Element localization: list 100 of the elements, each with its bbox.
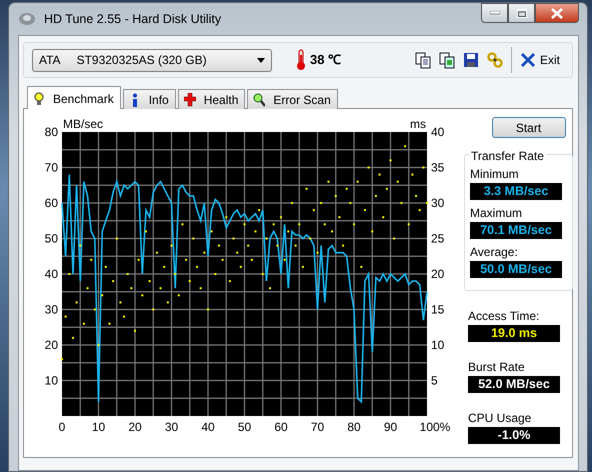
save-icon xyxy=(462,52,479,68)
access-time-point xyxy=(298,223,300,226)
value-display: 52.0 MB/sec xyxy=(468,376,560,393)
chain-icon xyxy=(486,52,503,68)
access-time-point xyxy=(404,145,406,148)
axis-title: ms xyxy=(410,117,426,131)
access-time-point xyxy=(185,258,188,261)
access-time-point xyxy=(371,230,374,232)
access-time-point xyxy=(72,336,74,339)
access-time-point xyxy=(203,252,206,254)
stat-label: CPU Usage xyxy=(468,410,532,427)
access-time-point xyxy=(141,294,144,296)
axis-tick-label: 50 xyxy=(238,420,252,434)
axis-tick-label: 40 xyxy=(431,125,444,139)
bulb-icon xyxy=(33,92,45,106)
axis-tick-label: 70 xyxy=(44,160,58,174)
axis-tick-label: 80 xyxy=(347,420,361,434)
access-time-point xyxy=(181,223,184,226)
axis-tick-label: 30 xyxy=(431,196,444,210)
thermometer-icon xyxy=(296,49,306,71)
magnifier-icon xyxy=(253,93,266,107)
axis-tick-label: 25 xyxy=(431,232,444,246)
access-time-point xyxy=(236,252,238,254)
access-time-point xyxy=(306,188,308,190)
axis-tick-label: 60 xyxy=(44,196,58,210)
access-time-point xyxy=(163,266,166,268)
cross-icon xyxy=(184,93,196,107)
close-button[interactable] xyxy=(535,3,579,23)
exit-button[interactable]: Exit xyxy=(520,51,560,69)
access-time-point xyxy=(364,209,366,212)
access-time-point xyxy=(346,188,348,190)
stat-label: Burst Rate xyxy=(468,359,526,376)
drive-dropdown[interactable]: ATA ST9320325AS (320 GB) xyxy=(32,48,272,72)
start-button[interactable]: Start xyxy=(492,117,566,138)
toolbar-button[interactable] xyxy=(438,52,455,68)
access-time-point xyxy=(218,244,220,247)
toolbar-button[interactable] xyxy=(462,52,479,68)
axis-tick-label: 60 xyxy=(274,420,288,434)
stat-label: Average: xyxy=(470,244,519,261)
tab[interactable]: Health xyxy=(178,89,246,109)
stat-label: Maximum xyxy=(470,205,524,222)
access-time-point xyxy=(104,266,107,268)
access-time-point xyxy=(338,216,340,218)
maximize-button[interactable] xyxy=(508,3,535,23)
access-time-point xyxy=(334,194,337,197)
access-time-point xyxy=(200,287,202,290)
access-time-point xyxy=(130,287,132,290)
axis-tick-label: 15 xyxy=(431,302,444,316)
access-time-point xyxy=(415,194,418,197)
tab[interactable]: Error Scan xyxy=(247,89,338,109)
access-time-point xyxy=(210,230,213,232)
axis-tick-label: 20 xyxy=(431,267,444,281)
access-time-point xyxy=(396,180,399,183)
copy-icon xyxy=(438,52,455,68)
axis-tick-label: 0 xyxy=(58,420,66,434)
minimize-button[interactable] xyxy=(481,3,508,23)
axis-tick-label: 10 xyxy=(92,420,106,434)
access-time-point xyxy=(360,266,362,268)
access-time-point xyxy=(144,230,147,232)
access-time-point xyxy=(156,252,158,254)
value-display: 3.3 MB/sec xyxy=(470,183,562,200)
access-time-point xyxy=(82,322,85,325)
access-time-point xyxy=(276,244,278,247)
access-time-point xyxy=(269,287,272,290)
axis-tick-label: 40 xyxy=(44,267,58,281)
access-time-point xyxy=(138,258,140,261)
axis-tick-label: 100% xyxy=(420,420,450,434)
access-time-point xyxy=(382,216,384,218)
access-time-point xyxy=(112,280,114,282)
tab[interactable]: Info xyxy=(122,89,176,109)
access-time-point xyxy=(302,266,304,268)
access-time-point xyxy=(188,280,191,282)
axis-tick-label: 50 xyxy=(44,232,58,246)
access-time-point xyxy=(374,194,377,197)
value-display: 19.0 ms xyxy=(468,325,560,342)
axis-tick-label: 10 xyxy=(44,374,58,388)
tab[interactable]: Benchmark xyxy=(27,86,121,109)
axis-tick-label: 90 xyxy=(384,420,398,434)
access-time-point xyxy=(148,280,151,282)
access-time-point xyxy=(378,174,381,176)
access-time-point xyxy=(123,316,126,318)
axis-tick-label: 20 xyxy=(128,420,142,434)
axis-tick-label: 20 xyxy=(44,338,58,352)
access-time-point xyxy=(240,266,242,268)
caret-icon xyxy=(257,58,265,62)
access-time-point xyxy=(342,244,344,247)
value-display: 50.0 MB/sec xyxy=(470,261,562,278)
minimize-icon xyxy=(490,11,500,15)
disk-icon xyxy=(18,11,36,27)
access-time-point xyxy=(222,258,224,261)
axis-tick-label: 70 xyxy=(310,420,324,434)
access-time-point xyxy=(250,258,253,261)
toolbar-button[interactable] xyxy=(414,52,431,68)
access-time-point xyxy=(386,188,388,190)
value-display: -1.0% xyxy=(468,427,560,444)
axis-tick-label: 30 xyxy=(164,420,178,434)
access-time-point xyxy=(258,209,260,212)
access-time-point xyxy=(225,216,228,218)
access-time-point xyxy=(324,223,326,226)
axis-tick-label: 80 xyxy=(44,125,58,139)
